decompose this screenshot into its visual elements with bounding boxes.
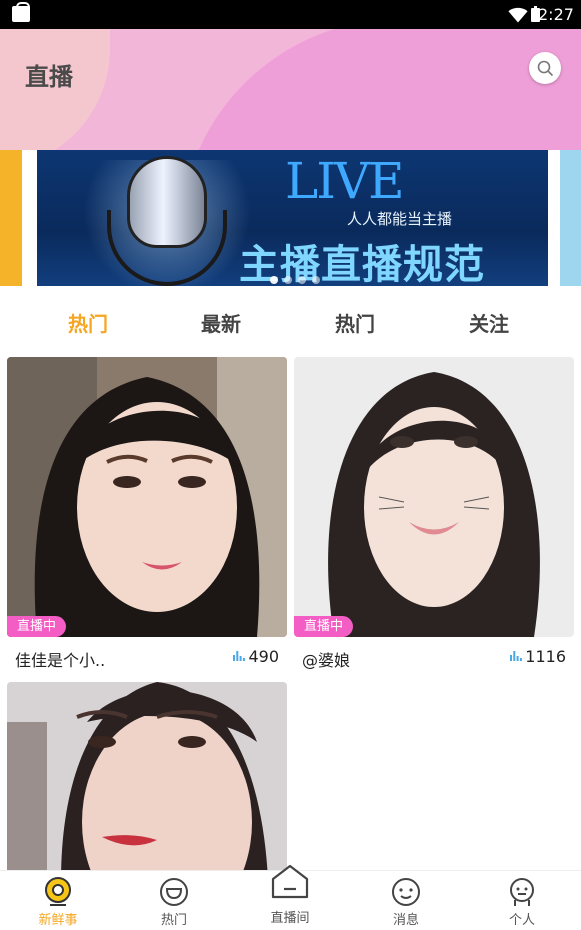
- carousel-dot[interactable]: [312, 276, 320, 284]
- nav-label: 直播间: [270, 911, 310, 926]
- app-screen: 2:27 直播 LIVE 人人都能当主播 主播直播规范 热门 最新 热门 关注 …: [0, 0, 581, 930]
- microphone-icon: [127, 156, 207, 248]
- streamer-name: 佳佳是个小..: [15, 651, 106, 670]
- nav-label: 热门: [160, 913, 187, 928]
- viewer-count-value: 490: [248, 647, 279, 666]
- banner-slide[interactable]: LIVE 人人都能当主播 主播直播规范: [37, 150, 548, 286]
- tab-latest[interactable]: 最新: [201, 308, 241, 337]
- bar-chart-icon: [233, 651, 246, 661]
- carousel-indicator: [270, 269, 326, 284]
- smile-face-icon: [160, 878, 188, 906]
- status-time: 2:27: [538, 5, 574, 24]
- carousel-dot[interactable]: [284, 276, 292, 284]
- wifi-icon: [508, 7, 528, 23]
- viewer-count: 1116: [510, 647, 566, 666]
- nav-label: 新鲜事: [38, 913, 78, 928]
- viewer-count: 490: [233, 647, 279, 666]
- live-status-badge: 直播中: [7, 616, 67, 637]
- tab-follow[interactable]: 关注: [469, 308, 509, 337]
- live-room-card[interactable]: [7, 682, 287, 870]
- carousel-dot[interactable]: [270, 276, 278, 284]
- tab-hot-2[interactable]: 热门: [335, 308, 375, 337]
- banner-headline: LIVE: [285, 152, 405, 210]
- house-icon: [271, 864, 309, 899]
- banner-subline: 人人都能当主播: [347, 210, 453, 228]
- live-room-card[interactable]: 直播中 @婆娘 1116: [294, 357, 574, 675]
- nav-item-fresh[interactable]: 新鲜事: [18, 871, 98, 930]
- shopping-bag-icon: [12, 2, 30, 22]
- streamer-photo-image: [7, 682, 287, 870]
- live-room-card[interactable]: 直播中 佳佳是个小.. 490: [7, 357, 287, 675]
- nav-item-messages[interactable]: 消息: [366, 871, 446, 930]
- nav-item-live-room[interactable]: 直播间: [250, 864, 330, 930]
- live-status-badge: 直播中: [294, 616, 354, 637]
- status-bar: 2:27: [0, 0, 581, 29]
- page-title: 直播: [25, 63, 73, 91]
- nav-item-hot[interactable]: 热门: [134, 871, 214, 930]
- tab-hot[interactable]: 热门: [68, 308, 108, 337]
- bar-chart-icon: [510, 651, 523, 661]
- category-tabs: 热门 最新 热门 关注: [0, 298, 581, 346]
- viewer-count-value: 1116: [525, 647, 566, 666]
- streamer-photo-image: [294, 357, 574, 637]
- banner-prev-slide[interactable]: [0, 150, 22, 286]
- banner-carousel[interactable]: LIVE 人人都能当主播 主播直播规范: [0, 150, 581, 286]
- camera-icon: [45, 877, 71, 906]
- header: 直播: [0, 29, 581, 150]
- streamer-name: @婆娘: [302, 651, 351, 670]
- bottom-navigation: 新鲜事 热门 直播间 消息 个人: [0, 864, 581, 930]
- carousel-dot[interactable]: [298, 276, 306, 284]
- search-icon: [537, 60, 553, 76]
- banner-next-slide[interactable]: [560, 150, 581, 286]
- chat-face-icon: [392, 878, 420, 906]
- nav-item-profile[interactable]: 个人: [482, 871, 562, 930]
- search-button[interactable]: [529, 52, 561, 84]
- person-face-icon: [510, 878, 534, 906]
- streamer-photo[interactable]: 直播中: [7, 357, 287, 637]
- nav-label: 个人: [508, 913, 535, 928]
- header-decoration: [180, 29, 581, 150]
- streamer-photo[interactable]: [7, 682, 287, 870]
- streamer-photo-image: [7, 357, 287, 637]
- nav-label: 消息: [392, 913, 419, 928]
- streamer-photo[interactable]: 直播中: [294, 357, 574, 637]
